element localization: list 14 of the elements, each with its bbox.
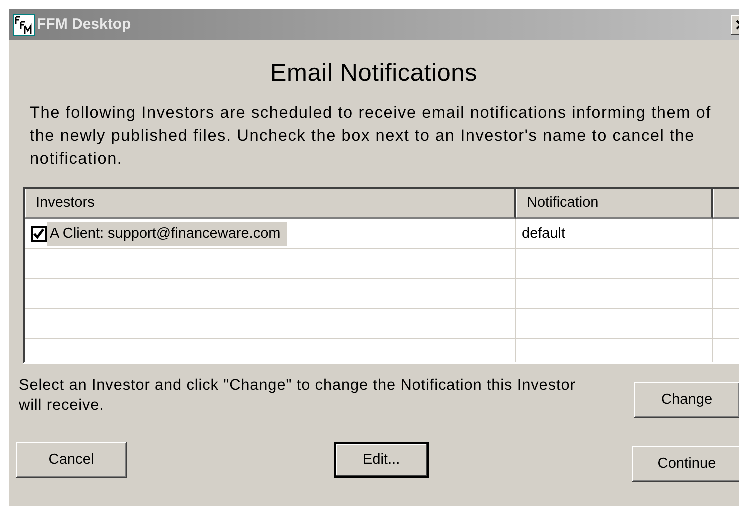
window-title: FFM Desktop [37, 16, 132, 33]
table-cell[interactable]: A Client: support@financeware.com [47, 222, 287, 246]
checkbox[interactable] [31, 226, 47, 242]
dialog-heading: Email Notifications [270, 60, 478, 88]
app-logo-icon [13, 14, 35, 36]
column-header[interactable]: Investors [25, 189, 516, 219]
hint-text: Select an Investor and click "Change" to change the Notification this Investor will receive. [19, 376, 577, 416]
cancel-button[interactable]: Cancel [16, 442, 127, 478]
intro-text: The following Investors are scheduled to receive email notifications informing them of the newly published files. Uncheck the box next to an Investor's name to cancel the notification. [30, 103, 712, 170]
continue-button[interactable]: Continue [632, 446, 739, 482]
edit-button[interactable]: Edit... [334, 442, 429, 478]
change-button[interactable]: Change [634, 382, 739, 418]
column-header[interactable]: Notification [516, 189, 713, 219]
table-cell: default [522, 226, 566, 242]
